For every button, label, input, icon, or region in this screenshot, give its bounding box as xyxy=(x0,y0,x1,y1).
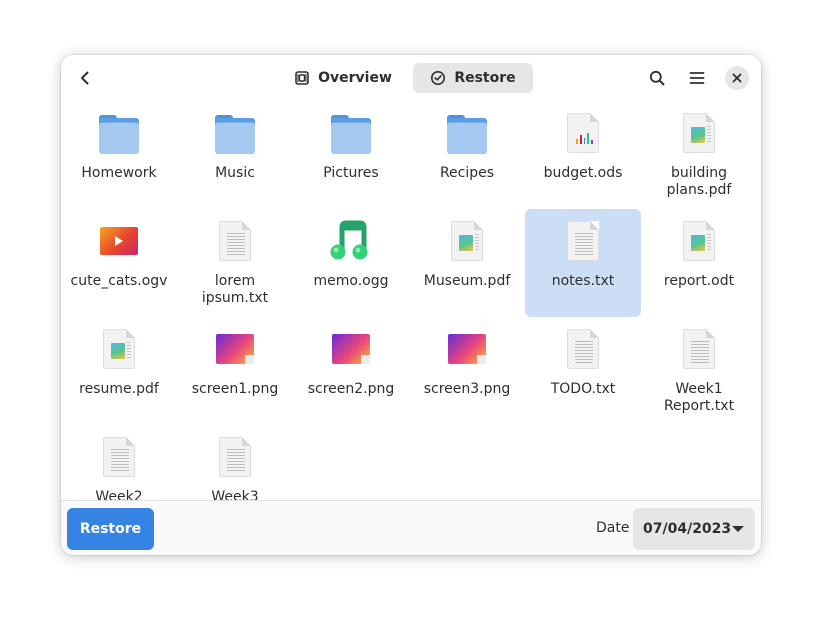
file-name: TODO.txt xyxy=(550,381,616,397)
file-item[interactable]: Week1 Report.txt xyxy=(641,317,757,425)
file-name: Pictures xyxy=(323,165,379,181)
file-name: report.odt xyxy=(663,273,735,289)
folder-icon xyxy=(61,111,177,155)
file-name: building plans.pdf xyxy=(666,165,732,198)
file-name: Week2 xyxy=(95,489,143,500)
tab-overview[interactable]: Overview xyxy=(293,63,393,93)
folder-icon xyxy=(409,111,525,155)
folder-icon xyxy=(177,111,293,155)
file-grid: Homework Music Pictures Recipes budget.o… xyxy=(61,101,761,500)
folder-icon xyxy=(293,111,409,155)
header-bar: Overview Restore xyxy=(61,55,761,101)
date-dropdown[interactable]: 07/04/2023 xyxy=(633,508,755,550)
pdf-document-icon xyxy=(409,219,525,263)
search-icon xyxy=(649,70,665,86)
action-bar: Restore Date 07/04/2023 xyxy=(61,500,761,555)
file-item[interactable]: budget.ods xyxy=(525,101,641,209)
hamburger-menu-icon xyxy=(689,72,705,84)
music-note-icon xyxy=(293,219,409,263)
file-item[interactable]: Homework xyxy=(61,101,177,209)
text-document-icon xyxy=(177,435,293,479)
file-item[interactable]: Week2 xyxy=(61,425,177,500)
dropdown-arrow-icon xyxy=(732,526,744,532)
file-name: Music xyxy=(215,165,255,181)
file-name: memo.ogg xyxy=(313,273,389,289)
file-name: screen2.png xyxy=(307,381,395,397)
file-item[interactable]: building plans.pdf xyxy=(641,101,757,209)
file-item[interactable]: Recipes xyxy=(409,101,525,209)
file-name: Recipes xyxy=(439,165,495,181)
image-icon xyxy=(177,327,293,371)
file-name: lorem ipsum.txt xyxy=(201,273,269,306)
date-value: 07/04/2023 xyxy=(643,521,732,537)
file-item[interactable]: memo.ogg xyxy=(293,209,409,317)
file-item[interactable]: resume.pdf xyxy=(61,317,177,425)
spreadsheet-icon xyxy=(525,111,641,155)
file-item[interactable]: TODO.txt xyxy=(525,317,641,425)
close-button[interactable] xyxy=(725,66,749,90)
back-button[interactable] xyxy=(69,63,101,93)
file-item[interactable]: screen1.png xyxy=(177,317,293,425)
text-document-icon xyxy=(641,327,757,371)
text-document-icon xyxy=(525,327,641,371)
file-item[interactable]: screen3.png xyxy=(409,317,525,425)
overview-icon xyxy=(295,71,309,85)
pdf-document-icon xyxy=(61,327,177,371)
tab-restore-label: Restore xyxy=(454,70,516,86)
clock-icon xyxy=(431,71,446,85)
file-item[interactable]: cute_cats.ogv xyxy=(61,209,177,317)
file-item[interactable]: Week3 xyxy=(177,425,293,500)
restore-dialog: Overview Restore Homework Music Pictures… xyxy=(61,55,761,555)
tab-overview-label: Overview xyxy=(318,70,392,86)
file-item[interactable]: Museum.pdf xyxy=(409,209,525,317)
close-icon xyxy=(732,73,742,83)
file-name: Homework xyxy=(81,165,157,181)
pdf-document-icon xyxy=(641,111,757,155)
file-name: budget.ods xyxy=(543,165,623,181)
document-icon xyxy=(641,219,757,263)
file-item[interactable]: screen2.png xyxy=(293,317,409,425)
menu-button[interactable] xyxy=(682,63,712,93)
file-name: resume.pdf xyxy=(79,381,159,397)
restore-button[interactable]: Restore xyxy=(67,508,154,550)
chevron-left-icon xyxy=(81,71,89,85)
video-icon xyxy=(61,219,177,263)
file-item[interactable]: Pictures xyxy=(293,101,409,209)
file-name: screen3.png xyxy=(423,381,511,397)
file-item[interactable]: report.odt xyxy=(641,209,757,317)
text-document-icon xyxy=(61,435,177,479)
file-name: screen1.png xyxy=(191,381,279,397)
image-icon xyxy=(409,327,525,371)
date-label: Date xyxy=(596,520,630,536)
file-name: notes.txt xyxy=(551,273,615,289)
file-name: Week3 xyxy=(211,489,259,500)
text-document-icon xyxy=(525,219,641,263)
file-item-selected[interactable]: notes.txt xyxy=(525,209,641,317)
file-item[interactable]: Music xyxy=(177,101,293,209)
file-name: cute_cats.ogv xyxy=(70,273,168,289)
image-icon xyxy=(293,327,409,371)
search-button[interactable] xyxy=(642,63,672,93)
file-name: Museum.pdf xyxy=(423,273,511,289)
file-name: Week1 Report.txt xyxy=(663,381,735,414)
file-item[interactable]: lorem ipsum.txt xyxy=(177,209,293,317)
tab-restore[interactable]: Restore xyxy=(413,63,533,93)
text-document-icon xyxy=(177,219,293,263)
